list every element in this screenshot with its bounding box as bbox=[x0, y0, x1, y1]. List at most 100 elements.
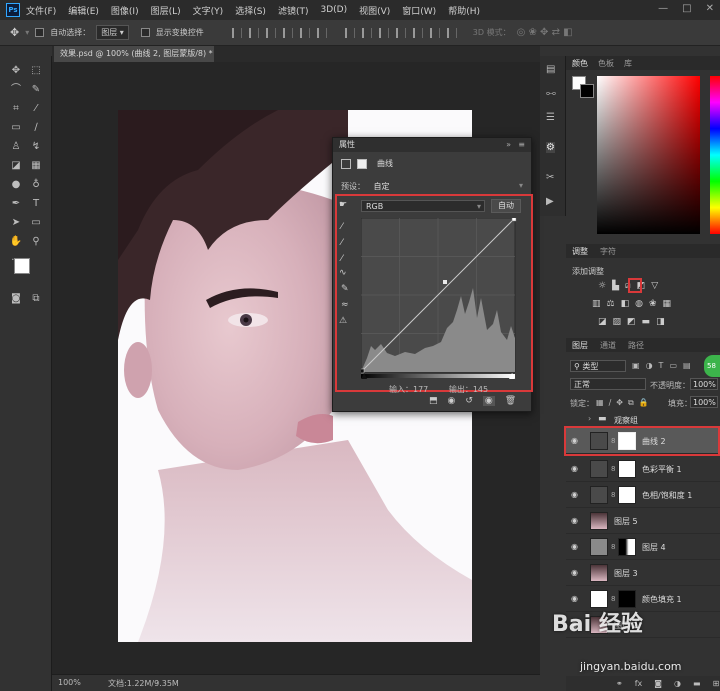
align-bottom-icon[interactable] bbox=[265, 27, 276, 38]
visibility-eye-icon[interactable]: ◉ bbox=[571, 542, 580, 551]
distribute-left-icon[interactable] bbox=[395, 27, 406, 38]
layer-row-layer-4[interactable]: ◉ 8 图层 4 bbox=[566, 534, 720, 560]
distribute-top-icon[interactable] bbox=[344, 27, 355, 38]
maximize-button[interactable]: □ bbox=[682, 3, 691, 14]
layer-mask-thumb[interactable] bbox=[618, 486, 636, 504]
align-hcenter-icon[interactable] bbox=[299, 27, 310, 38]
brush-panel-icon[interactable]: ☰ bbox=[546, 112, 555, 123]
healing-tool-icon[interactable]: ▭ bbox=[8, 121, 24, 135]
tab-paths[interactable]: 路径 bbox=[628, 340, 644, 351]
menu-file[interactable]: 文件(F) bbox=[26, 4, 56, 17]
type-tool-icon[interactable]: T bbox=[28, 197, 44, 211]
quick-mask-icon[interactable]: ◙ bbox=[8, 292, 24, 306]
curve-white-point[interactable] bbox=[511, 218, 517, 222]
reset-icon[interactable]: ↺ bbox=[465, 396, 473, 406]
lock-paint-icon[interactable]: ∕ bbox=[609, 398, 612, 408]
zoom-tool-icon[interactable]: ⚲ bbox=[28, 235, 44, 249]
pen-tool-icon[interactable]: ✒ bbox=[8, 197, 24, 211]
posterize-icon[interactable]: ▨ bbox=[613, 317, 622, 331]
gradient-tool-icon[interactable]: ▦ bbox=[28, 159, 44, 173]
document-tab[interactable]: 效果.psd @ 100% (曲线 2, 图层蒙版/8) * bbox=[54, 46, 214, 62]
visibility-eye-icon[interactable]: ◉ bbox=[571, 568, 580, 577]
auto-align-icon[interactable] bbox=[446, 27, 457, 38]
menu-select[interactable]: 选择(S) bbox=[235, 4, 266, 17]
white-slider-icon[interactable]: ▲ bbox=[509, 371, 515, 380]
dodge-tool-icon[interactable]: ♁ bbox=[28, 178, 44, 192]
tab-adjustments[interactable]: 调整 bbox=[572, 246, 588, 257]
tab-layers[interactable]: 图层 bbox=[572, 340, 588, 351]
show-transform-checkbox[interactable] bbox=[140, 28, 150, 37]
photo-filter-icon[interactable]: ◍ bbox=[635, 299, 643, 313]
link-icon[interactable]: 8 bbox=[611, 595, 615, 603]
lock-all-icon[interactable]: 🔒 bbox=[639, 398, 649, 408]
zoom-level[interactable]: 100% bbox=[58, 678, 81, 687]
auto-select-checkbox[interactable] bbox=[35, 28, 45, 37]
align-vcenter-icon[interactable] bbox=[248, 27, 259, 38]
auto-button[interactable]: 自动 bbox=[491, 199, 521, 213]
filter-smart-icon[interactable]: ▤ bbox=[683, 361, 691, 370]
menu-layer[interactable]: 图层(L) bbox=[151, 4, 181, 17]
menu-image[interactable]: 图像(I) bbox=[111, 4, 139, 17]
filter-adjust-icon[interactable]: ◑ bbox=[646, 361, 653, 370]
tab-library[interactable]: 库 bbox=[624, 58, 632, 69]
layer-row-layer-3[interactable]: ◉ 图层 3 bbox=[566, 560, 720, 586]
properties-panel-icon[interactable]: ⚙ bbox=[546, 142, 555, 153]
visibility-eye-icon[interactable]: ◉ bbox=[571, 464, 580, 473]
distribute-vcenter-icon[interactable] bbox=[361, 27, 372, 38]
channel-mixer-icon[interactable]: ❀ bbox=[649, 299, 657, 313]
levels-icon[interactable]: ▙ bbox=[612, 281, 619, 295]
3d-tools-icon[interactable]: ◎ ❀ ✥ ⇄ ◧ bbox=[517, 27, 573, 38]
visibility-eye-icon[interactable]: ◉ bbox=[571, 516, 580, 525]
close-button[interactable]: ✕ bbox=[706, 3, 714, 14]
visibility-eye-icon[interactable]: ◉ bbox=[571, 490, 580, 499]
selective-color-icon[interactable]: ◨ bbox=[656, 317, 665, 331]
clip-to-layer-icon[interactable]: ⬒ bbox=[429, 396, 438, 406]
foreground-color-swatch[interactable] bbox=[14, 258, 30, 274]
distribute-right-icon[interactable] bbox=[429, 27, 440, 38]
color-bg-swatch[interactable] bbox=[580, 84, 594, 98]
filter-pixel-icon[interactable]: ▣ bbox=[632, 361, 640, 370]
color-picker-field[interactable] bbox=[597, 76, 700, 234]
curve-point-icon[interactable]: ∿ bbox=[339, 268, 347, 278]
preset-chevron-icon[interactable]: ▾ bbox=[519, 181, 523, 190]
hue-saturation-icon[interactable]: ▥ bbox=[592, 299, 601, 313]
blur-tool-icon[interactable]: ● bbox=[8, 178, 24, 192]
crop-tool-icon[interactable]: ⌗ bbox=[8, 102, 24, 116]
menu-window[interactable]: 窗口(W) bbox=[402, 4, 436, 17]
visibility-eye-icon[interactable]: ◉ bbox=[571, 594, 580, 603]
move-tool-icon[interactable]: ✥ bbox=[8, 64, 24, 78]
pencil-icon[interactable]: ✎ bbox=[341, 284, 349, 294]
collapse-icon[interactable]: » bbox=[506, 138, 511, 152]
gradient-map-icon[interactable]: ▬ bbox=[642, 317, 651, 331]
mask-icon[interactable] bbox=[357, 158, 367, 169]
link-icon[interactable]: 8 bbox=[611, 543, 615, 551]
brightness-contrast-icon[interactable]: ☼ bbox=[598, 281, 606, 295]
panel-menu-icon[interactable]: ≡ bbox=[518, 138, 525, 152]
white-point-eyedropper-icon[interactable]: ⁄ bbox=[341, 254, 343, 264]
curve-control-point[interactable] bbox=[443, 280, 447, 284]
play-panel-icon[interactable]: ▶ bbox=[546, 196, 554, 207]
filter-shape-icon[interactable]: ▭ bbox=[669, 361, 677, 370]
menu-filter[interactable]: 滤镜(T) bbox=[278, 4, 309, 17]
delete-icon[interactable]: 🗑 bbox=[505, 396, 516, 406]
distribute-hcenter-icon[interactable] bbox=[412, 27, 423, 38]
align-right-icon[interactable] bbox=[316, 27, 327, 38]
quick-select-tool-icon[interactable]: ✎ bbox=[28, 83, 44, 97]
screen-mode-icon[interactable]: ⧉ bbox=[28, 292, 44, 306]
actions-panel-icon[interactable]: ✂ bbox=[546, 172, 554, 183]
distribute-bottom-icon[interactable] bbox=[378, 27, 389, 38]
tab-color[interactable]: 颜色 bbox=[572, 58, 588, 69]
lock-move-icon[interactable]: ✥ bbox=[616, 398, 623, 408]
view-previous-icon[interactable]: ◉ bbox=[448, 396, 456, 406]
hand-tool-icon[interactable]: ✋ bbox=[8, 235, 24, 249]
align-left-icon[interactable] bbox=[282, 27, 293, 38]
adjust-panel-icon[interactable]: ⧟ bbox=[546, 88, 556, 99]
align-top-icon[interactable] bbox=[231, 27, 242, 38]
marquee-tool-icon[interactable]: ⬚ bbox=[28, 64, 44, 78]
layer-mask-thumb[interactable] bbox=[618, 538, 636, 556]
invert-icon[interactable]: ◪ bbox=[598, 317, 607, 331]
color-lookup-icon[interactable]: ▦ bbox=[663, 299, 672, 313]
vibrance-icon[interactable]: ▽ bbox=[651, 281, 658, 295]
clone-stamp-tool-icon[interactable]: ♙ bbox=[8, 140, 24, 154]
tab-swatches[interactable]: 色板 bbox=[598, 58, 614, 69]
